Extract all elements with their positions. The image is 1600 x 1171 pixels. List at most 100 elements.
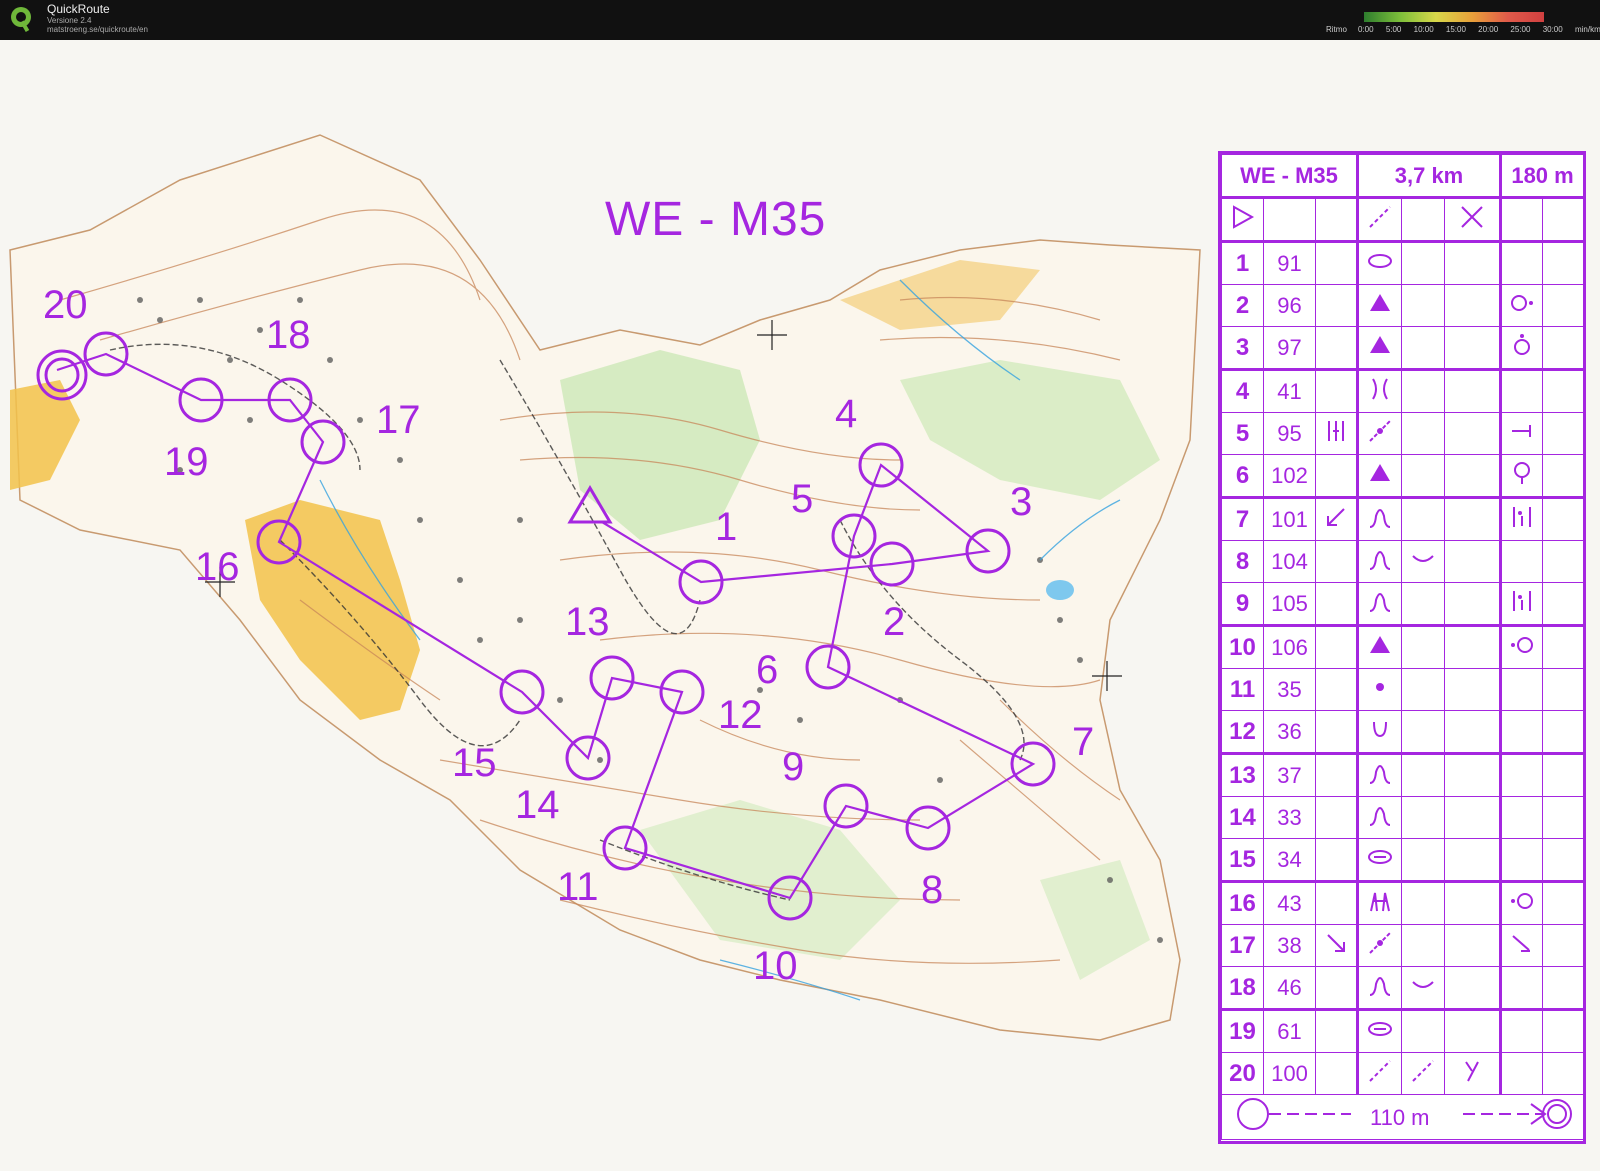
sheet-cell-feature (1356, 710, 1402, 755)
sheet-cell-appearance (1401, 412, 1445, 455)
sheet-cell-appearance (1401, 241, 1445, 285)
control-sequence-number: 14 (1221, 796, 1264, 839)
triangle-icon (1370, 635, 1390, 653)
control-sequence-number: 2 (1221, 284, 1264, 327)
control-number: 2 (883, 600, 906, 644)
sheet-cell-dimension (1443, 881, 1502, 925)
control-sequence-number: 6 (1221, 454, 1264, 499)
knoll-icon (1369, 764, 1391, 784)
sheet-cell-appearance (1401, 1009, 1445, 1053)
pace-tick: 30:00 (1542, 25, 1563, 34)
control-description-row: 16 43 (1221, 881, 1585, 925)
control-code: 91 (1263, 241, 1316, 285)
finish-distance: 110 m (1370, 1105, 1430, 1130)
corner-icon (1512, 934, 1531, 952)
sheet-start-row (1221, 197, 1585, 243)
sheet-cell-appearance (1401, 540, 1445, 583)
sheet-cell-appearance (1401, 966, 1445, 1011)
sheet-cell-appearance (1401, 881, 1445, 925)
arrow-sw-icon (1327, 507, 1345, 526)
control-description-row: 10 106 (1221, 625, 1585, 669)
sheet-cell-which (1315, 668, 1358, 711)
sheet-course-length: 3,7 km (1355, 154, 1502, 199)
title-bar: QuickRoute Versione 2.4 matstroeng.se/qu… (0, 0, 1600, 40)
control-description-row: 5 95 (1221, 412, 1585, 455)
pace-color-scale: Ritmo 0:00 5:00 10:00 15:00 20:00 25:00 … (1326, 8, 1600, 38)
sheet-cell-appearance (1401, 326, 1445, 371)
triangle-icon (1370, 293, 1390, 311)
sheet-cell-which (1315, 326, 1358, 371)
control-sequence-number: 19 (1221, 1009, 1264, 1053)
control-number: 18 (266, 313, 311, 357)
control-sequence-number: 8 (1221, 540, 1264, 583)
sheet-cell-other (1542, 625, 1585, 669)
control-description-row: 2 96 (1221, 284, 1585, 327)
control-code: 41 (1263, 369, 1316, 413)
app-title: QuickRoute (47, 2, 110, 16)
circle-dot-bottom-icon (1514, 461, 1531, 484)
control-code: 104 (1263, 540, 1316, 583)
sheet-cell-which (1315, 582, 1358, 627)
path-icon (1369, 931, 1391, 954)
control-description-row: 8 104 (1221, 540, 1585, 583)
dot-icon (1376, 682, 1384, 691)
sheet-cell-which (1315, 710, 1358, 755)
sheet-cell-appearance (1401, 582, 1445, 627)
control-description-row: 6 102 (1221, 454, 1585, 499)
circle-dot-left-icon (1511, 892, 1534, 909)
control-number: 13 (565, 600, 610, 644)
control-code: 37 (1263, 753, 1316, 797)
control-description-row: 11 35 (1221, 668, 1585, 711)
sheet-cell-location (1499, 796, 1544, 839)
sheet-cell-dimension (1443, 241, 1502, 285)
sheet-cell-dimension (1443, 369, 1502, 413)
start-symbol-cell (1221, 197, 1264, 243)
circle-dot-right-icon (1511, 294, 1534, 311)
control-sequence-number: 17 (1221, 924, 1264, 967)
sheet-cell-location (1499, 326, 1544, 371)
control-description-sheet: WE - M35 3,7 km 180 m 1 91 2 96 3 97 4 41 5 95 6 10… (1218, 151, 1586, 1144)
sheet-cell-dimension (1443, 582, 1502, 627)
sheet-cell-other (1542, 497, 1585, 541)
sheet-cell-appearance (1401, 1052, 1445, 1095)
control-number: 5 (791, 477, 814, 521)
path-icon (1369, 419, 1391, 442)
control-description-row: 15 34 (1221, 838, 1585, 883)
sheet-cell (1443, 197, 1502, 243)
sheet-cell-location (1499, 241, 1544, 285)
sheet-cell-feature (1356, 838, 1402, 883)
control-number: 12 (718, 693, 763, 737)
sheet-header-row: WE - M35 3,7 km 180 m (1221, 154, 1585, 199)
sheet-cell-appearance (1401, 369, 1445, 413)
knoll-icon (1369, 976, 1391, 996)
control-code: 95 (1263, 412, 1316, 455)
sheet-cell-which (1315, 838, 1358, 883)
sheet-cell-which (1315, 1052, 1358, 1095)
sheet-cell-feature (1356, 582, 1402, 627)
sheet-cell-appearance (1401, 284, 1445, 327)
pace-tick: 25:00 (1510, 25, 1531, 34)
dash-slash-icon (1369, 205, 1391, 228)
control-sequence-number: 11 (1221, 668, 1264, 711)
control-sequence-number: 4 (1221, 369, 1264, 413)
sheet-cell-which (1315, 540, 1358, 583)
control-description-row: 4 41 (1221, 369, 1585, 413)
sheet-cell-appearance (1401, 924, 1445, 967)
sheet-cell (1263, 197, 1316, 243)
pace-tick: 15:00 (1445, 25, 1466, 34)
sheet-cell-feature (1356, 1009, 1402, 1053)
knoll-icon (1369, 550, 1391, 570)
sheet-cell-location (1499, 625, 1544, 669)
control-description-row: 12 36 (1221, 710, 1585, 755)
y-icon (1465, 1060, 1479, 1081)
sheet-cell (1356, 197, 1402, 243)
control-code: 101 (1263, 497, 1316, 541)
sheet-cell-feature (1356, 412, 1402, 455)
app-version: Versione 2.4 (47, 16, 92, 25)
sheet-cell-which (1315, 966, 1358, 1011)
oval-bar-icon (1368, 1021, 1392, 1036)
sheet-cell-feature (1356, 454, 1402, 499)
gully-icon (1372, 377, 1388, 400)
control-sequence-number: 13 (1221, 753, 1264, 797)
control-code: 46 (1263, 966, 1316, 1011)
